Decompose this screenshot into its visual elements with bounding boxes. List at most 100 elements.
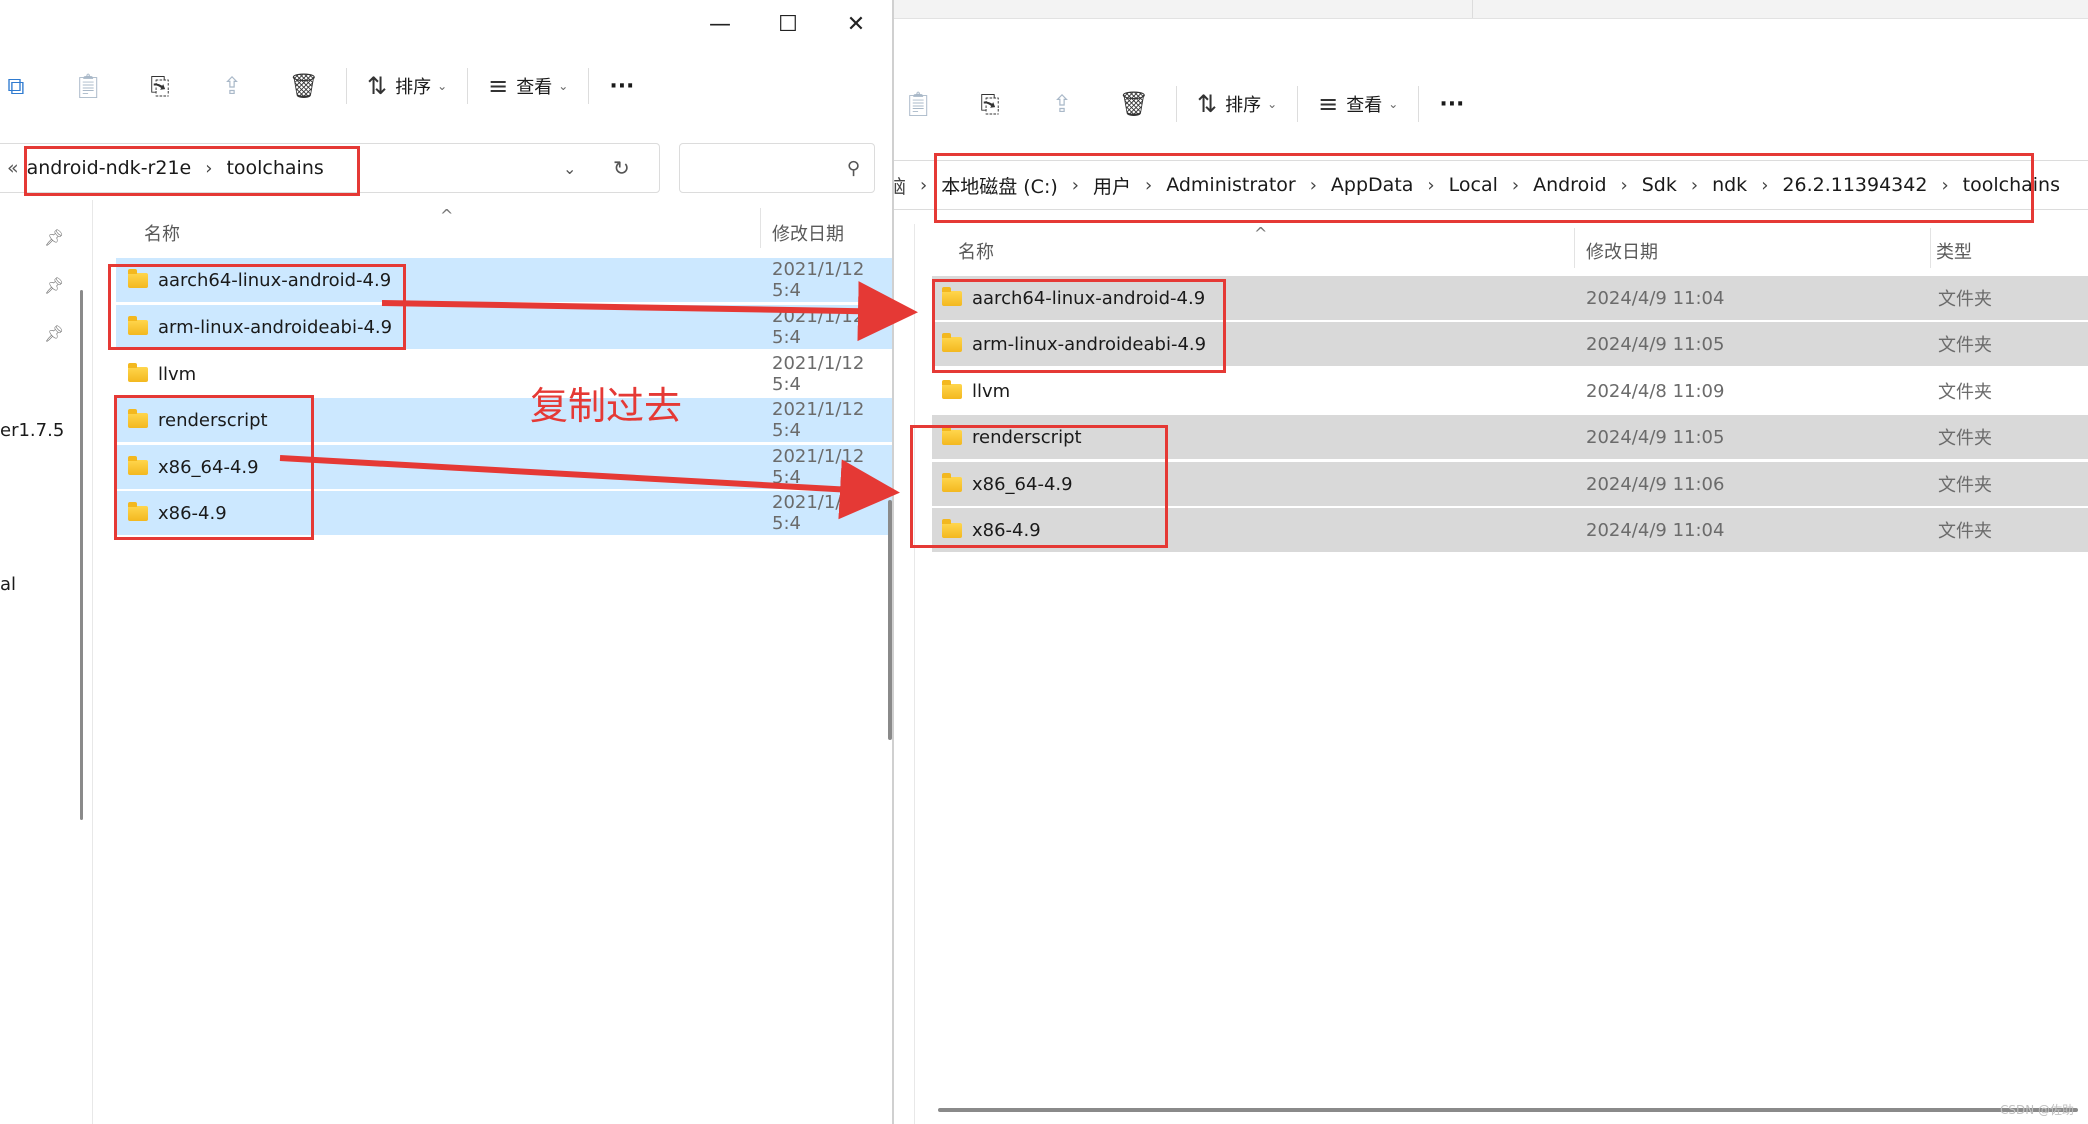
file-date: 2024/4/8 11:09 xyxy=(1586,380,1725,402)
refresh-icon[interactable]: ↻ xyxy=(613,156,630,180)
left-search-box[interactable]: ⚲ xyxy=(679,143,875,193)
rename-icon[interactable]: ⎘ xyxy=(954,76,1026,132)
column-header-name[interactable]: 名称 xyxy=(144,220,180,246)
file-date: 2021/1/12 5:4 xyxy=(772,306,865,348)
view-icon: ≡ xyxy=(488,72,509,100)
chevron-down-icon: ⌄ xyxy=(1267,97,1278,111)
toolbar-divider xyxy=(1176,86,1177,122)
file-date: 2021/1/12 5:4 xyxy=(772,399,865,441)
column-divider[interactable] xyxy=(1574,228,1575,268)
toolbar-divider xyxy=(1297,86,1299,122)
file-date: 2021/1/12 5:4 xyxy=(772,492,865,534)
file-type: 文件夹 xyxy=(1938,289,1992,310)
file-date: 2021/1/12 5:4 xyxy=(772,259,865,301)
sort-up-icon: ^ xyxy=(440,206,454,225)
share-icon[interactable]: ⇪ xyxy=(1026,76,1098,132)
delete-icon[interactable]: 🗑︎ xyxy=(1098,76,1170,132)
sort-button[interactable]: ⇅ 排序 ⌄ xyxy=(1183,76,1291,132)
file-date: 2024/4/9 11:05 xyxy=(1586,333,1725,355)
sort-icon: ⇅ xyxy=(1197,90,1218,118)
highlight-box xyxy=(932,279,1226,373)
pane-divider xyxy=(92,200,93,1124)
sort-label: 排序 xyxy=(395,77,432,98)
chevron-down-icon: ⌄ xyxy=(437,79,448,93)
breadcrumb-item[interactable]: 脑 xyxy=(892,172,910,199)
nav-item[interactable]: al xyxy=(0,574,16,595)
nav-scrollbar[interactable] xyxy=(80,290,83,820)
toolbar-divider xyxy=(588,68,590,104)
more-options-button[interactable]: ··· xyxy=(595,58,648,114)
toolbar-divider xyxy=(1418,86,1420,122)
file-type: 文件夹 xyxy=(1938,428,1992,449)
chevron-down-icon: ⌄ xyxy=(1388,97,1399,111)
file-type: 文件夹 xyxy=(1938,382,1992,403)
file-type: 文件夹 xyxy=(1938,521,1992,542)
file-row[interactable]: llvm 2024/4/8 11:09 文件夹 xyxy=(932,369,2088,413)
paste-icon[interactable]: 📋︎ xyxy=(52,58,124,114)
maximize-button[interactable]: ☐ xyxy=(756,4,820,44)
pane-divider xyxy=(914,224,915,1124)
file-type: 文件夹 xyxy=(1938,335,1992,356)
paste-icon[interactable]: 📋︎ xyxy=(892,76,954,132)
left-toolbar: ⧉ 📋︎ ⎘ ⇪ 🗑︎ ⇅ 排序 ⌄ ≡ 查看 ⌄ ··· xyxy=(0,58,648,114)
view-label: 查看 xyxy=(516,77,553,98)
column-header-date[interactable]: 修改日期 xyxy=(1586,238,1658,264)
column-header-name[interactable]: 名称 xyxy=(958,238,994,264)
highlight-box xyxy=(114,395,314,540)
column-header-type[interactable]: 类型 xyxy=(1936,238,1972,264)
file-row[interactable]: llvm 2021/1/12 5:4 xyxy=(116,352,892,396)
folder-icon xyxy=(942,379,962,399)
chevron-down-icon: ⌄ xyxy=(558,79,569,93)
right-explorer-window: 📋︎ ⎘ ⇪ 🗑︎ ⇅ 排序 ⌄ ≡ 查看 ⌄ ··· 脑 › 本地磁盘 (C:) › … xyxy=(892,0,2088,1124)
annotation-label: 复制过去 xyxy=(530,384,683,428)
horizontal-scrollbar[interactable] xyxy=(938,1108,2078,1112)
file-date: 2024/4/9 11:04 xyxy=(1586,519,1725,541)
search-icon[interactable]: ⚲ xyxy=(847,158,860,179)
sort-up-icon: ^ xyxy=(1254,224,1268,243)
more-options-button[interactable]: ··· xyxy=(1425,76,1478,132)
file-date: 2024/4/9 11:05 xyxy=(1586,426,1725,448)
toolbar-divider xyxy=(467,68,469,104)
delete-icon[interactable]: 🗑︎ xyxy=(268,58,340,114)
highlight-box xyxy=(934,153,2034,223)
view-button[interactable]: ≡ 查看 ⌄ xyxy=(1304,76,1412,132)
back-chevron-icon[interactable]: « xyxy=(0,157,23,179)
share-icon[interactable]: ⇪ xyxy=(196,58,268,114)
highlight-box xyxy=(24,146,360,196)
view-icon: ≡ xyxy=(1318,90,1339,118)
nav-item[interactable]: er1.7.5 xyxy=(0,420,64,441)
sort-label: 排序 xyxy=(1225,95,1262,116)
right-toolbar: 📋︎ ⎘ ⇪ 🗑︎ ⇅ 排序 ⌄ ≡ 查看 ⌄ ··· xyxy=(892,76,1478,132)
toolbar-divider xyxy=(346,68,347,104)
view-label: 查看 xyxy=(1346,95,1383,116)
file-name: llvm xyxy=(972,380,1011,402)
right-titlebar xyxy=(892,0,2088,19)
file-date: 2021/1/12 5:4 xyxy=(772,446,865,488)
pin-icon[interactable]: 📌︎ xyxy=(44,228,64,247)
left-explorer-window: — ☐ ✕ ⧉ 📋︎ ⎘ ⇪ 🗑︎ ⇅ 排序 ⌄ ≡ 查看 ⌄ ··· « androi… xyxy=(0,0,894,1124)
search-input[interactable] xyxy=(690,157,844,179)
address-dropdown-icon[interactable]: ⌄ xyxy=(563,159,576,178)
highlight-box xyxy=(910,425,1168,548)
file-date: 2024/4/9 11:06 xyxy=(1586,473,1725,495)
file-name: llvm xyxy=(158,363,197,385)
sort-button[interactable]: ⇅ 排序 ⌄ xyxy=(353,58,461,114)
view-button[interactable]: ≡ 查看 ⌄ xyxy=(474,58,582,114)
list-scrollbar[interactable] xyxy=(888,500,892,740)
sort-icon: ⇅ xyxy=(367,72,388,100)
file-type: 文件夹 xyxy=(1938,475,1992,496)
file-date: 2021/1/12 5:4 xyxy=(772,353,865,395)
close-button[interactable]: ✕ xyxy=(824,4,888,44)
pin-icon[interactable]: 📌︎ xyxy=(44,324,64,343)
pin-icon[interactable]: 📌︎ xyxy=(44,276,64,295)
rename-icon[interactable]: ⎘ xyxy=(124,58,196,114)
watermark: CSDN @佐助 xyxy=(1999,1103,2074,1117)
minimize-button[interactable]: — xyxy=(688,4,752,44)
column-divider[interactable] xyxy=(1930,228,1931,268)
file-date: 2024/4/9 11:04 xyxy=(1586,287,1725,309)
highlight-box xyxy=(108,264,406,350)
folder-icon xyxy=(128,362,148,382)
column-divider[interactable] xyxy=(760,208,761,248)
copy-icon[interactable]: ⧉ xyxy=(0,58,52,114)
column-header-date[interactable]: 修改日期 xyxy=(772,220,844,246)
